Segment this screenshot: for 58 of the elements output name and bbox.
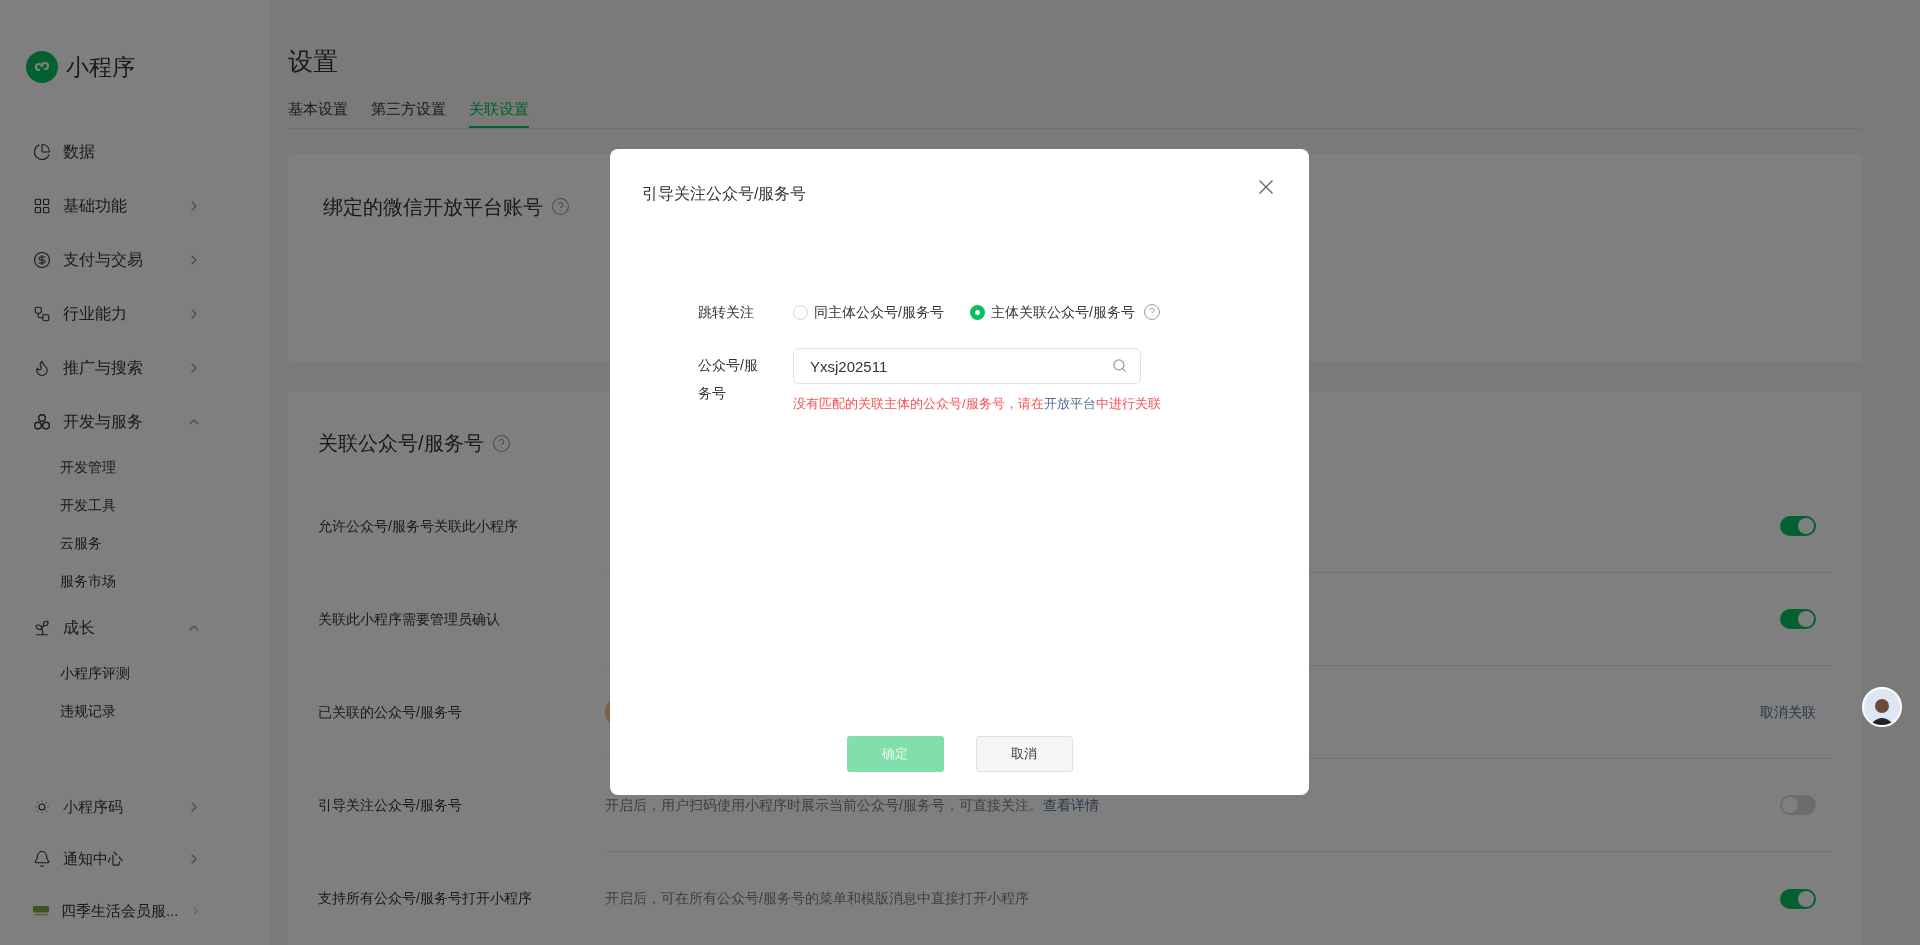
sidebar-subitem[interactable]: 服务市场	[0, 562, 270, 601]
unlink-link[interactable]: 取消关联	[1760, 701, 1816, 723]
help-icon	[491, 433, 511, 453]
card-title: 绑定的微信开放平台账号	[323, 194, 543, 220]
radio-option[interactable]: 同主体公众号/服务号	[793, 301, 944, 323]
flame-icon	[33, 358, 51, 377]
sidebar-subitem[interactable]: 开发管理	[0, 448, 270, 487]
setting-label: 允许公众号/服务号关联此小程序	[318, 517, 519, 536]
error-message: 没有匹配的关联主体的公众号/服务号，请在开放平台中进行关联	[793, 395, 1161, 413]
assistant-avatar[interactable]	[1862, 687, 1902, 727]
radio-option[interactable]: 主体关联公众号/服务号	[969, 301, 1135, 323]
sidebar-item[interactable]: 开发与服务	[0, 394, 270, 449]
nodes-icon	[33, 304, 51, 323]
setting-label: 关联此小程序需要管理员确认	[318, 610, 501, 629]
cancel-button[interactable]: 取消	[975, 736, 1073, 772]
open-platform-link[interactable]: 开放平台	[1043, 396, 1096, 411]
sprout-icon	[33, 618, 51, 637]
sidebar-item[interactable]: 通知中心	[0, 833, 270, 885]
sidebar-item[interactable]: 推广与搜索	[0, 340, 270, 395]
setting-label: 已关联的公众号/服务号	[318, 703, 463, 722]
sidebar-item[interactable]: 行业能力	[0, 286, 270, 341]
logo-icon	[26, 51, 58, 84]
field-label: 公众号/服务号	[698, 356, 759, 403]
sidebar-item[interactable]: 四季生活会员服...	[0, 885, 270, 937]
sidebar-item[interactable]: 成长	[0, 600, 270, 655]
tab[interactable]: 基本设置	[288, 98, 348, 128]
toggle-switch[interactable]	[1780, 888, 1816, 909]
details-link[interactable]: 查看详情	[1042, 794, 1099, 816]
setting-label: 引导关注公众号/服务号	[318, 796, 463, 815]
sidebar-subitem[interactable]: 云服务	[0, 524, 270, 563]
account-logo-icon	[33, 904, 49, 918]
grid-icon	[33, 196, 51, 215]
page-title: 设置	[288, 46, 338, 77]
toggle-switch[interactable]	[1780, 609, 1816, 629]
bell-icon	[33, 850, 51, 868]
help-icon	[1142, 303, 1161, 321]
field-label: 跳转关注	[698, 302, 755, 322]
card-title: 关联公众号/服务号	[318, 431, 484, 456]
setting-description: 开启后，可在所有公众号/服务号的菜单和模版消息中直接打开小程序	[605, 889, 1029, 908]
sidebar-item[interactable]: 小程序码	[0, 781, 270, 833]
search-icon	[1112, 358, 1127, 373]
sidebar-item[interactable]: 支付与交易	[0, 232, 270, 287]
brand-name: 小程序	[66, 53, 135, 82]
sidebar-item[interactable]: 数据	[0, 124, 270, 179]
setting-label: 支持所有公众号/服务号打开小程序	[318, 889, 533, 908]
toggle-switch[interactable]	[1780, 516, 1816, 536]
sidebar-item[interactable]: 基础功能	[0, 178, 270, 233]
setting-description: 开启后，用户扫码使用小程序时展示当前公众号/服务号，可直接关注。	[605, 795, 1043, 815]
pie-chart-icon	[33, 142, 51, 161]
tab[interactable]: 第三方设置	[371, 98, 446, 128]
currency-icon	[33, 250, 51, 269]
help-icon	[551, 197, 570, 216]
dialog-title: 引导关注公众号/服务号	[642, 184, 807, 204]
sidebar-subitem[interactable]: 开发工具	[0, 486, 270, 525]
sidebar-subitem[interactable]: 违规记录	[0, 692, 270, 731]
search-field[interactable]: Yxsj202511	[793, 348, 1141, 384]
circles-icon	[33, 412, 51, 431]
sidebar-subitem[interactable]: 小程序评测	[0, 654, 270, 693]
